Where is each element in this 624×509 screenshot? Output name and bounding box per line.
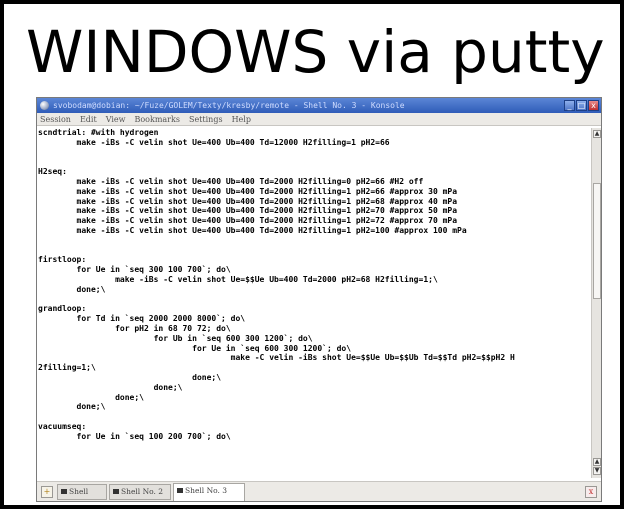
tab-label: Shell [69,487,89,496]
terminal-line: make -iBs -C velin shot Ue=400 Ub=400 Td… [38,206,458,216]
terminal-line: done;\ [38,284,106,294]
terminal-line: for pH2 in 68 70 72; do\ [38,323,231,333]
terminal-line: scndtrial: #with hydrogen [38,128,159,137]
terminal-line: make -iBs -C velin shot Ue=400 Ub=400 Td… [38,216,458,226]
window-controls: _ □ x [564,100,599,111]
close-tab-icon[interactable]: x [585,486,597,498]
terminal-line: for Td in `seq 2000 2000 8000`; do\ [38,314,246,324]
menu-edit[interactable]: Edit [80,113,97,125]
tab-label: Shell No. 3 [185,486,228,495]
terminal-icon [177,487,183,493]
menu-settings[interactable]: Settings [189,113,223,125]
terminal-line: grandloop: [38,304,87,314]
terminal-line: done;\ [38,402,106,412]
terminal-line: for Ub in `seq 600 300 1200`; do\ [38,333,313,343]
tab-label: Shell No. 2 [121,487,164,496]
menu-view[interactable]: View [106,113,126,125]
menu-help[interactable]: Help [232,113,251,125]
terminal-line: for Ue in `seq 600 300 1200`; do\ [38,343,352,353]
terminal-line: make -iBs -C velin shot Ue=400 Ub=400 Td… [38,186,458,196]
menu-bar: Session Edit View Bookmarks Settings Hel… [37,113,601,126]
tab-bar: + Shell Shell No. 2 Shell No. 3 x [37,481,601,501]
minimize-button[interactable]: _ [564,100,575,111]
terminal-line: vacuumseq: [38,421,87,431]
scroll-up-arrow-icon[interactable]: ▲ [593,130,601,138]
vertical-scrollbar[interactable]: ▲ ▲ ▼ [591,128,601,478]
scroll-up-arrow-icon[interactable]: ▲ [593,458,601,466]
terminal-line: make -iBs -C velin shot Ue=400 Ub=400 Td… [38,176,424,186]
terminal-line: firstloop: [38,255,87,265]
maximize-button[interactable]: □ [576,100,587,111]
konsole-window: svobodam@dobian: ~/Fuze/GOLEM/Texty/kres… [36,97,602,502]
terminal-line: make -iBs -C velin shot Ue=400 Ub=400 Td… [38,137,390,147]
terminal-line: H2seq: [38,167,67,177]
terminal-line: 2filling=1;\ [38,363,96,373]
slide-frame: WINDOWS via putty svobodam@dobian: ~/Fuz… [0,0,624,509]
tab-shell[interactable]: Shell [57,484,107,500]
tab-shell-no-2[interactable]: Shell No. 2 [109,484,171,500]
scroll-down-arrow-icon[interactable]: ▼ [593,467,601,475]
konsole-app-icon[interactable] [40,101,49,110]
terminal-line: done;\ [38,382,183,392]
terminal-line: make -iBs -C velin shot Ue=$$Ue Ub=400 T… [38,274,438,284]
terminal-output[interactable]: scndtrial: #with hydrogen make -iBs -C v… [38,128,592,478]
close-button[interactable]: x [588,100,599,111]
terminal-icon [61,488,67,494]
terminal-line: make -iBs -C velin shot Ue=400 Ub=400 Td… [38,196,458,206]
terminal-line: done;\ [38,372,222,382]
window-title: svobodam@dobian: ~/Fuze/GOLEM/Texty/kres… [53,101,405,110]
terminal-line: for Ue in `seq 100 200 700`; do\ [38,431,231,441]
terminal-line: done;\ [38,392,144,402]
terminal-line: for Ue in `seq 300 100 700`; do\ [38,265,231,275]
scrollbar-thumb[interactable] [593,183,601,299]
new-tab-icon[interactable]: + [41,486,53,498]
menu-bookmarks[interactable]: Bookmarks [134,113,180,125]
slide-title: WINDOWS via putty [26,18,605,86]
terminal-line: make -C velin -iBs shot Ue=$$Ue Ub=$$Ub … [38,353,515,363]
tab-shell-no-3[interactable]: Shell No. 3 [173,483,245,501]
terminal-icon [113,488,119,494]
terminal-line: make -iBs -C velin shot Ue=400 Ub=400 Td… [38,225,467,235]
menu-session[interactable]: Session [40,113,71,125]
window-titlebar[interactable]: svobodam@dobian: ~/Fuze/GOLEM/Texty/kres… [37,98,601,113]
